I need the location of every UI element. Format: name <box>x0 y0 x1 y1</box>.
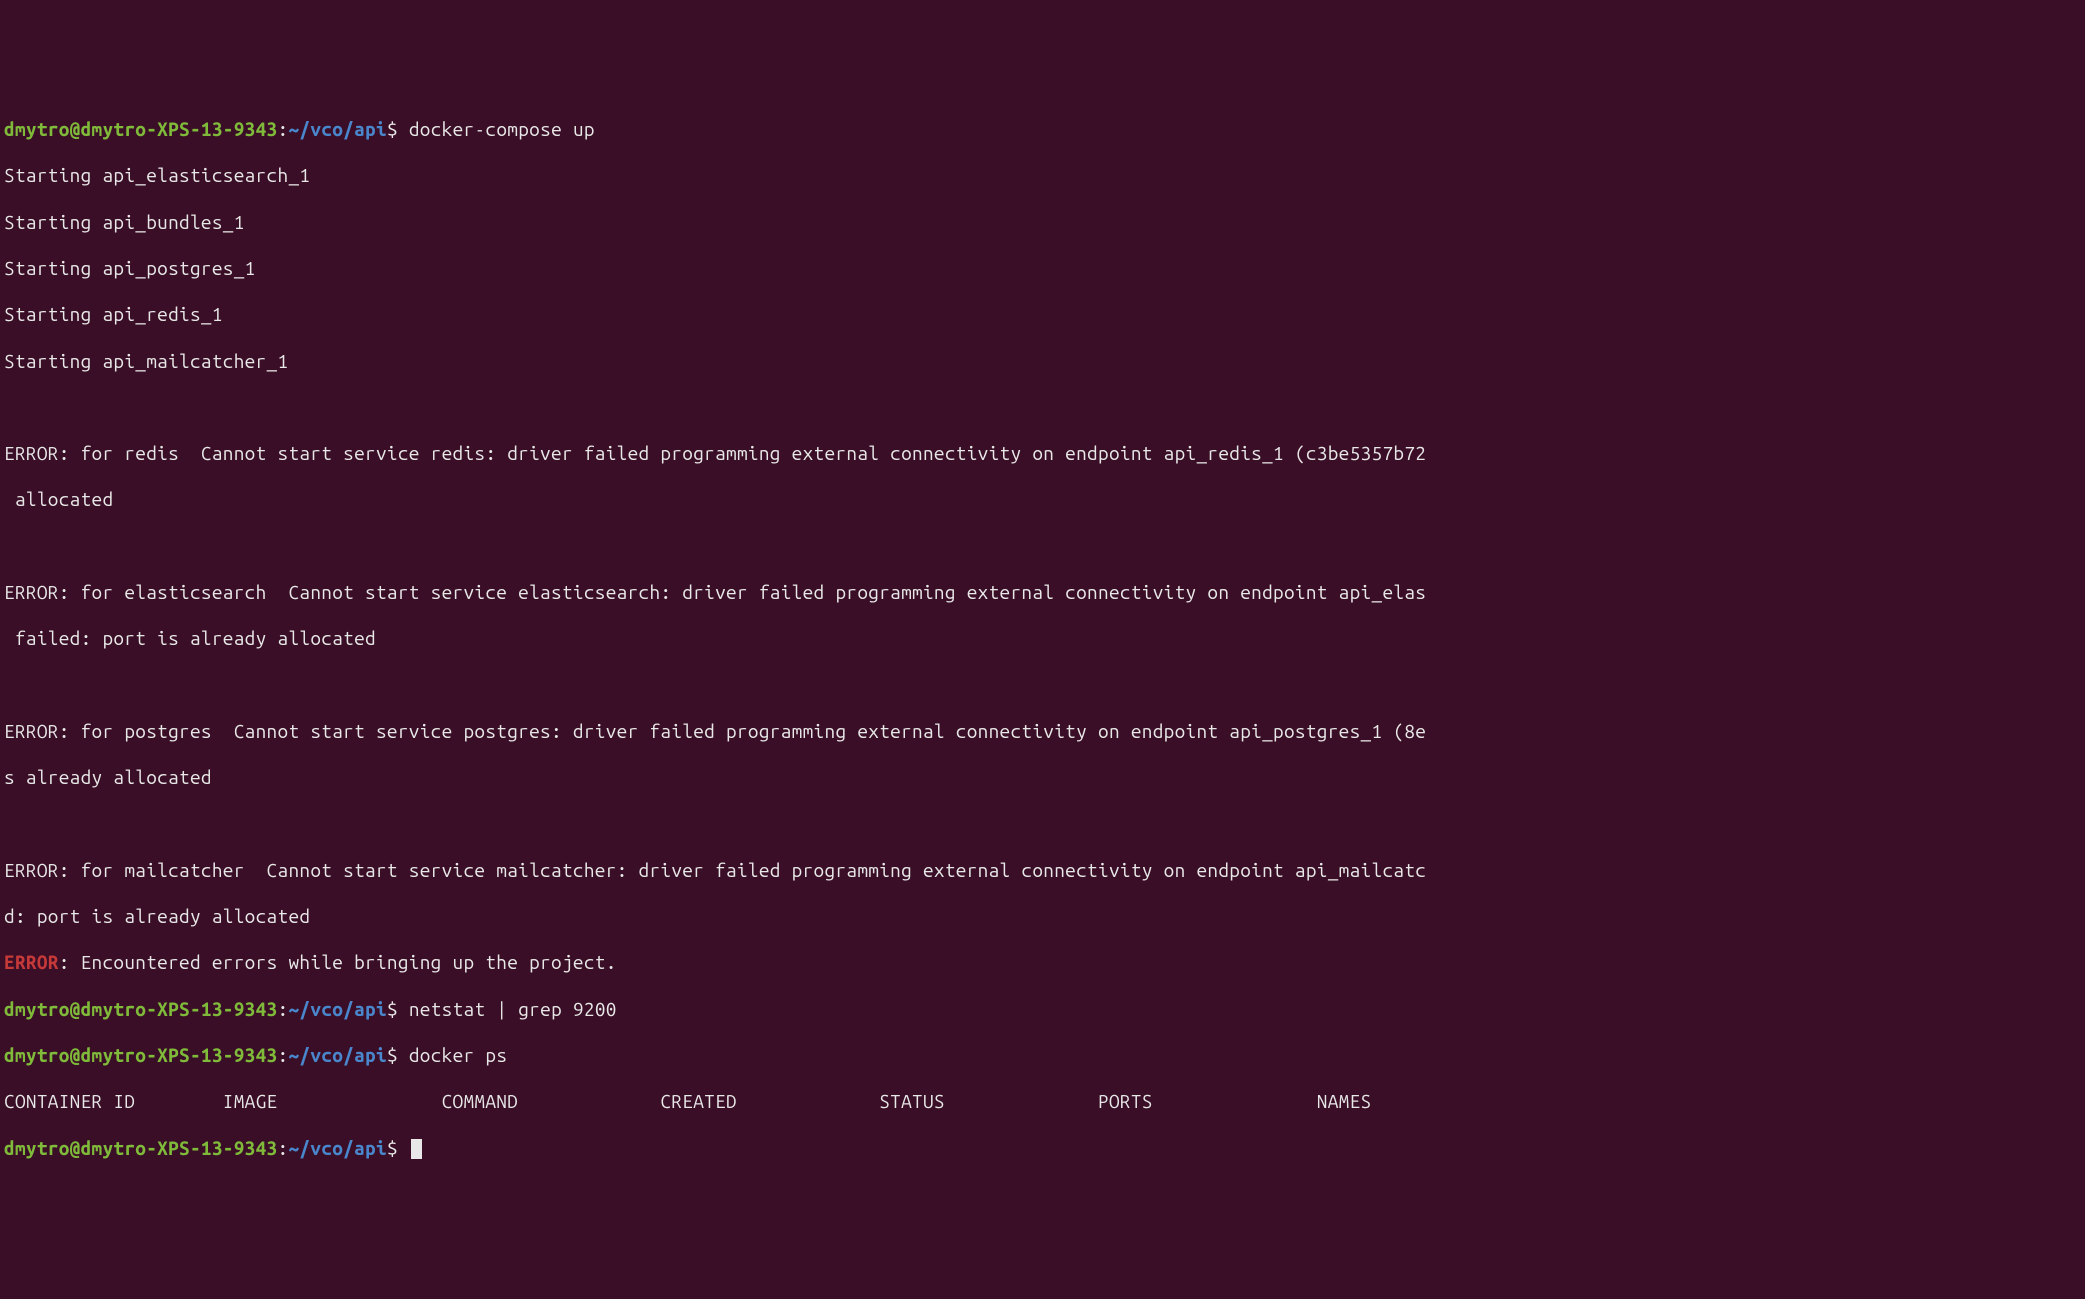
prompt-user-host: dmytro@dmytro-XPS-13-9343 <box>4 118 278 140</box>
output-starting-2: Starting api_bundles_1 <box>4 211 2081 234</box>
blank-line <box>4 813 2081 836</box>
error-redis-2: allocated <box>4 488 2081 511</box>
output-starting-3: Starting api_postgres_1 <box>4 257 2081 280</box>
error-redis-1: ERROR: for redis Cannot start service re… <box>4 442 2081 465</box>
prompt-sep: : <box>278 118 289 140</box>
output-starting-4: Starting api_redis_1 <box>4 303 2081 326</box>
command-docker-ps: docker ps <box>409 1044 507 1066</box>
prompt-user-host: dmytro@dmytro-XPS-13-9343 <box>4 998 278 1020</box>
blank-line <box>4 535 2081 558</box>
error-final-text: : Encountered errors while bringing up t… <box>59 951 617 973</box>
prompt-sep: : <box>278 998 289 1020</box>
prompt-line-4: dmytro@dmytro-XPS-13-9343:~/vco/api$ <box>4 1137 2081 1160</box>
output-starting-5: Starting api_mailcatcher_1 <box>4 350 2081 373</box>
prompt-path: ~/vco/api <box>288 118 386 140</box>
error-label: ERROR <box>4 951 59 973</box>
command-netstat: netstat | grep 9200 <box>409 998 617 1020</box>
prompt-user-host: dmytro@dmytro-XPS-13-9343 <box>4 1137 278 1159</box>
terminal-output[interactable]: dmytro@dmytro-XPS-13-9343:~/vco/api$ doc… <box>4 95 2081 1183</box>
cursor-icon <box>411 1139 422 1159</box>
output-starting-1: Starting api_elasticsearch_1 <box>4 164 2081 187</box>
prompt-dollar: $ <box>387 1137 398 1159</box>
prompt-path: ~/vco/api <box>288 1137 386 1159</box>
prompt-line-2: dmytro@dmytro-XPS-13-9343:~/vco/api$ net… <box>4 998 2081 1021</box>
error-elastic-1: ERROR: for elasticsearch Cannot start se… <box>4 581 2081 604</box>
error-postgres-1: ERROR: for postgres Cannot start service… <box>4 720 2081 743</box>
prompt-path: ~/vco/api <box>288 998 386 1020</box>
prompt-path: ~/vco/api <box>288 1044 386 1066</box>
prompt-dollar: $ <box>387 1044 398 1066</box>
command-docker-compose: docker-compose up <box>409 118 595 140</box>
blank-line <box>4 396 2081 419</box>
prompt-sep: : <box>278 1044 289 1066</box>
blank-line <box>4 674 2081 697</box>
prompt-line-3: dmytro@dmytro-XPS-13-9343:~/vco/api$ doc… <box>4 1044 2081 1067</box>
error-mailcatcher-1: ERROR: for mailcatcher Cannot start serv… <box>4 859 2081 882</box>
prompt-dollar: $ <box>387 998 398 1020</box>
error-final: ERROR: Encountered errors while bringing… <box>4 951 2081 974</box>
prompt-sep: : <box>278 1137 289 1159</box>
error-mailcatcher-2: d: port is already allocated <box>4 905 2081 928</box>
prompt-line-1: dmytro@dmytro-XPS-13-9343:~/vco/api$ doc… <box>4 118 2081 141</box>
prompt-dollar: $ <box>387 118 398 140</box>
prompt-user-host: dmytro@dmytro-XPS-13-9343 <box>4 1044 278 1066</box>
docker-ps-header: CONTAINER ID IMAGE COMMAND CREATED STATU… <box>4 1090 2081 1113</box>
error-elastic-2: failed: port is already allocated <box>4 627 2081 650</box>
error-postgres-2: s already allocated <box>4 766 2081 789</box>
